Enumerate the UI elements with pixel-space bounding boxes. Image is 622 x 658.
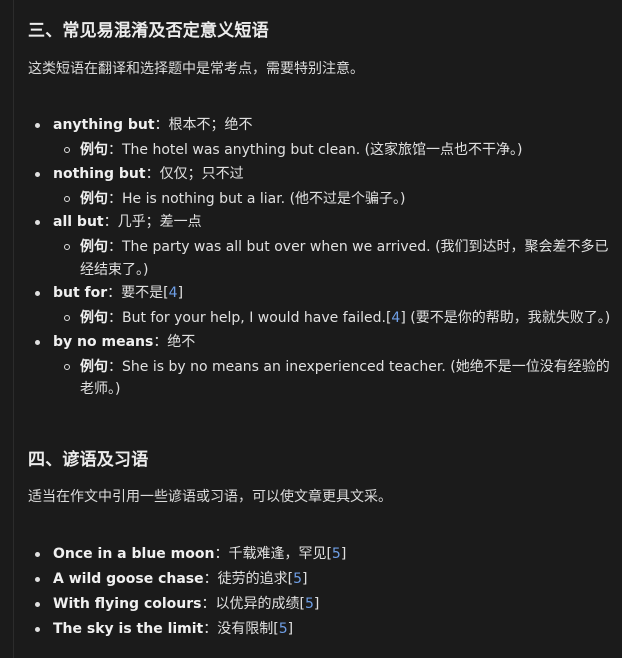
idiom-meaning: ：千载难逢，罕见 bbox=[214, 546, 327, 562]
idiom-list: Once in a blue moon：千载难逢，罕见[5] A wild go… bbox=[28, 542, 618, 642]
example-item: 例句：The hotel was anything but clean. (这家… bbox=[53, 139, 618, 162]
example-list: 例句：She is by no means an inexperienced t… bbox=[53, 356, 618, 401]
citation-link[interactable]: 5 bbox=[279, 621, 288, 637]
example-item: 例句：He is nothing but a liar. (他不过是个骗子。) bbox=[53, 188, 618, 211]
list-item: A wild goose chase：徒劳的追求[5] bbox=[28, 567, 618, 592]
example-translation: (要不是你的帮助，我就失败了。) bbox=[405, 310, 611, 326]
example-list: 例句：The party was all but over when we ar… bbox=[53, 236, 618, 281]
idiom-meaning: ：没有限制 bbox=[203, 621, 274, 637]
phrase-meaning: ：根本不；绝不 bbox=[154, 117, 253, 133]
example-sentence: ：But for your help, I would have failed. bbox=[108, 310, 386, 326]
example-list: 例句：The hotel was anything but clean. (这家… bbox=[53, 139, 618, 162]
citation[interactable]: [5] bbox=[299, 596, 319, 612]
example-sentence: ：He is nothing but a liar. (他不过是个骗子。) bbox=[108, 190, 406, 207]
section-intro: 这类短语在翻译和选择题中是常考点，需要特别注意。 bbox=[28, 61, 364, 77]
list-item: anything but：根本不；绝不 例句：The hotel was any… bbox=[28, 113, 618, 162]
list-item: With flying colours：以优异的成绩[5] bbox=[28, 592, 618, 617]
citation-link[interactable]: 5 bbox=[305, 596, 314, 612]
phrase-term: anything but bbox=[53, 117, 155, 133]
phrase-meaning: ：绝不 bbox=[153, 333, 196, 350]
phrase-meaning: ：要不是 bbox=[107, 285, 164, 301]
section-heading-confusing-phrases: 三、常见易混淆及否定意义短语 bbox=[28, 21, 269, 41]
example-label: 例句 bbox=[80, 358, 108, 375]
idiom-term: A wild goose chase bbox=[53, 571, 204, 587]
citation-link[interactable]: 5 bbox=[332, 546, 341, 562]
citation-link[interactable]: 4 bbox=[391, 310, 400, 326]
list-item: Once in a blue moon：千载难逢，罕见[5] bbox=[28, 542, 618, 567]
phrase-list: anything but：根本不；绝不 例句：The hotel was any… bbox=[28, 113, 618, 401]
citation[interactable]: [5] bbox=[288, 571, 308, 587]
example-list: 例句：He is nothing but a liar. (他不过是个骗子。) bbox=[53, 188, 618, 211]
example-item: 例句：The party was all but over when we ar… bbox=[53, 236, 618, 281]
idiom-meaning: ：徒劳的追求 bbox=[203, 571, 288, 587]
phrase-meaning: ：仅仅；只不过 bbox=[145, 165, 244, 182]
example-label: 例句 bbox=[80, 142, 108, 158]
phrase-term: by no means bbox=[53, 333, 154, 350]
idiom-meaning: ：以优异的成绩 bbox=[201, 596, 300, 612]
idiom-term: The sky is the limit bbox=[53, 621, 204, 637]
phrase-term: but for bbox=[53, 285, 108, 301]
citation-link[interactable]: 5 bbox=[293, 571, 302, 587]
list-item: nothing but：仅仅；只不过 例句：He is nothing but … bbox=[28, 162, 618, 211]
citation[interactable]: [4] bbox=[386, 310, 406, 326]
section-heading-proverbs-idioms: 四、谚语及习语 bbox=[28, 450, 149, 470]
list-item: by no means：绝不 例句：She is by no means an … bbox=[28, 330, 618, 401]
example-sentence: ：The party was all but over when we arri… bbox=[80, 239, 609, 278]
section-intro: 适当在作文中引用一些谚语或习语，可以使文章更具文采。 bbox=[28, 489, 392, 505]
phrase-term: all but bbox=[53, 214, 104, 230]
citation-link[interactable]: 4 bbox=[169, 285, 178, 301]
idiom-term: Once in a blue moon bbox=[53, 546, 215, 562]
phrase-term: nothing but bbox=[53, 165, 146, 182]
phrase-meaning: ：几乎；差一点 bbox=[103, 214, 202, 230]
example-label: 例句 bbox=[80, 190, 108, 207]
citation[interactable]: [5] bbox=[273, 621, 293, 637]
list-item: all but：几乎；差一点 例句：The party was all but … bbox=[28, 210, 618, 281]
citation[interactable]: [5] bbox=[326, 546, 346, 562]
list-item: but for：要不是[4] 例句：But for your help, I w… bbox=[28, 281, 618, 330]
example-item: 例句：She is by no means an inexperienced t… bbox=[53, 356, 618, 401]
citation[interactable]: [4] bbox=[163, 285, 183, 301]
example-list: 例句：But for your help, I would have faile… bbox=[53, 307, 618, 330]
example-sentence: ：She is by no means an inexperienced tea… bbox=[80, 358, 610, 398]
example-sentence: ：The hotel was anything but clean. (这家旅馆… bbox=[108, 142, 523, 158]
list-item: The sky is the limit：没有限制[5] bbox=[28, 617, 618, 642]
idiom-term: With flying colours bbox=[53, 596, 202, 612]
left-divider bbox=[13, 0, 14, 658]
example-label: 例句 bbox=[80, 310, 108, 326]
example-label: 例句 bbox=[80, 239, 108, 255]
example-item: 例句：But for your help, I would have faile… bbox=[53, 307, 618, 330]
